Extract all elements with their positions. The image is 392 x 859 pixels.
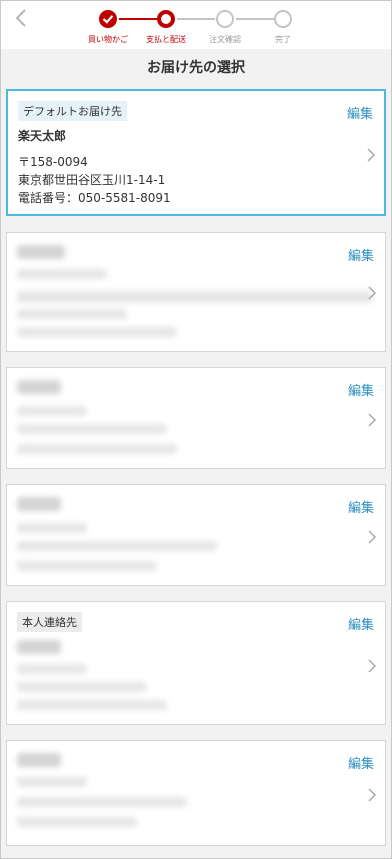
step-label-payment: 支払と配送 xyxy=(146,35,186,44)
step-label-confirm: 注文確認 xyxy=(209,35,241,44)
redacted-name xyxy=(17,380,61,394)
chevron-right-icon xyxy=(367,285,377,300)
redacted-text xyxy=(17,664,87,674)
redacted-text xyxy=(17,561,157,571)
recipient-name: 楽天太郎 xyxy=(18,129,67,143)
phone-number: 電話番号：050-5581-8091 xyxy=(18,191,171,205)
redacted-text xyxy=(17,700,167,710)
chevron-right-icon xyxy=(366,147,376,162)
redacted-name xyxy=(17,497,61,511)
edit-link[interactable]: 編集 xyxy=(347,103,373,122)
chevron-right-icon xyxy=(367,658,377,673)
postal-code: 〒158-0094 xyxy=(18,155,88,169)
chevron-right-icon xyxy=(367,412,377,427)
chevron-right-icon xyxy=(367,787,377,802)
edit-link[interactable]: 編集 xyxy=(348,245,374,264)
default-address-tag: デフォルトお届け先 xyxy=(18,101,127,121)
checkout-stepper: 買い物かご 支払と配送 注文確認 完了 xyxy=(1,1,391,49)
redacted-text xyxy=(17,424,167,434)
redacted-text xyxy=(17,269,107,279)
chevron-left-icon xyxy=(15,9,26,27)
redacted-text xyxy=(17,327,177,337)
redacted-text xyxy=(17,777,87,787)
step-4-icon xyxy=(274,10,292,28)
redacted-name xyxy=(17,245,65,259)
step-2-current-icon xyxy=(157,10,175,28)
redacted-text xyxy=(17,406,87,416)
redacted-text xyxy=(17,523,87,533)
edit-link[interactable]: 編集 xyxy=(348,753,374,772)
page-title: お届け先の選択 xyxy=(147,60,245,76)
edit-link[interactable]: 編集 xyxy=(348,614,374,633)
address-card[interactable]: 編集 xyxy=(6,367,386,469)
step-connector xyxy=(119,18,157,20)
step-connector xyxy=(177,18,215,20)
address-card[interactable]: 編集 xyxy=(6,484,386,586)
redacted-text xyxy=(17,309,127,319)
chevron-right-icon xyxy=(367,529,377,544)
redacted-text xyxy=(17,291,372,303)
address-card[interactable]: 編集 xyxy=(6,740,386,846)
redacted-name xyxy=(17,753,61,767)
redacted-text xyxy=(17,817,137,827)
redacted-text xyxy=(17,682,147,692)
edit-link[interactable]: 編集 xyxy=(348,497,374,516)
redacted-text xyxy=(17,541,217,551)
step-connector xyxy=(236,18,274,20)
redacted-text xyxy=(17,797,187,807)
self-contact-tag: 本人連絡先 xyxy=(17,612,82,632)
step-label-cart: 買い物かご xyxy=(88,35,128,44)
street-address: 東京都世田谷区玉川1-14-1 xyxy=(18,173,166,187)
address-card-default[interactable]: デフォルトお届け先 編集 楽天太郎 〒158-0094 東京都世田谷区玉川1-1… xyxy=(6,89,386,216)
back-button[interactable] xyxy=(11,7,33,29)
step-label-complete: 完了 xyxy=(275,35,291,44)
step-1-done-icon xyxy=(99,10,117,28)
redacted-text xyxy=(17,444,177,454)
address-card-self-contact[interactable]: 本人連絡先 編集 xyxy=(6,601,386,725)
step-3-icon xyxy=(216,10,234,28)
redacted-name xyxy=(17,640,61,654)
edit-link[interactable]: 編集 xyxy=(348,380,374,399)
address-card[interactable]: 編集 xyxy=(6,232,386,352)
